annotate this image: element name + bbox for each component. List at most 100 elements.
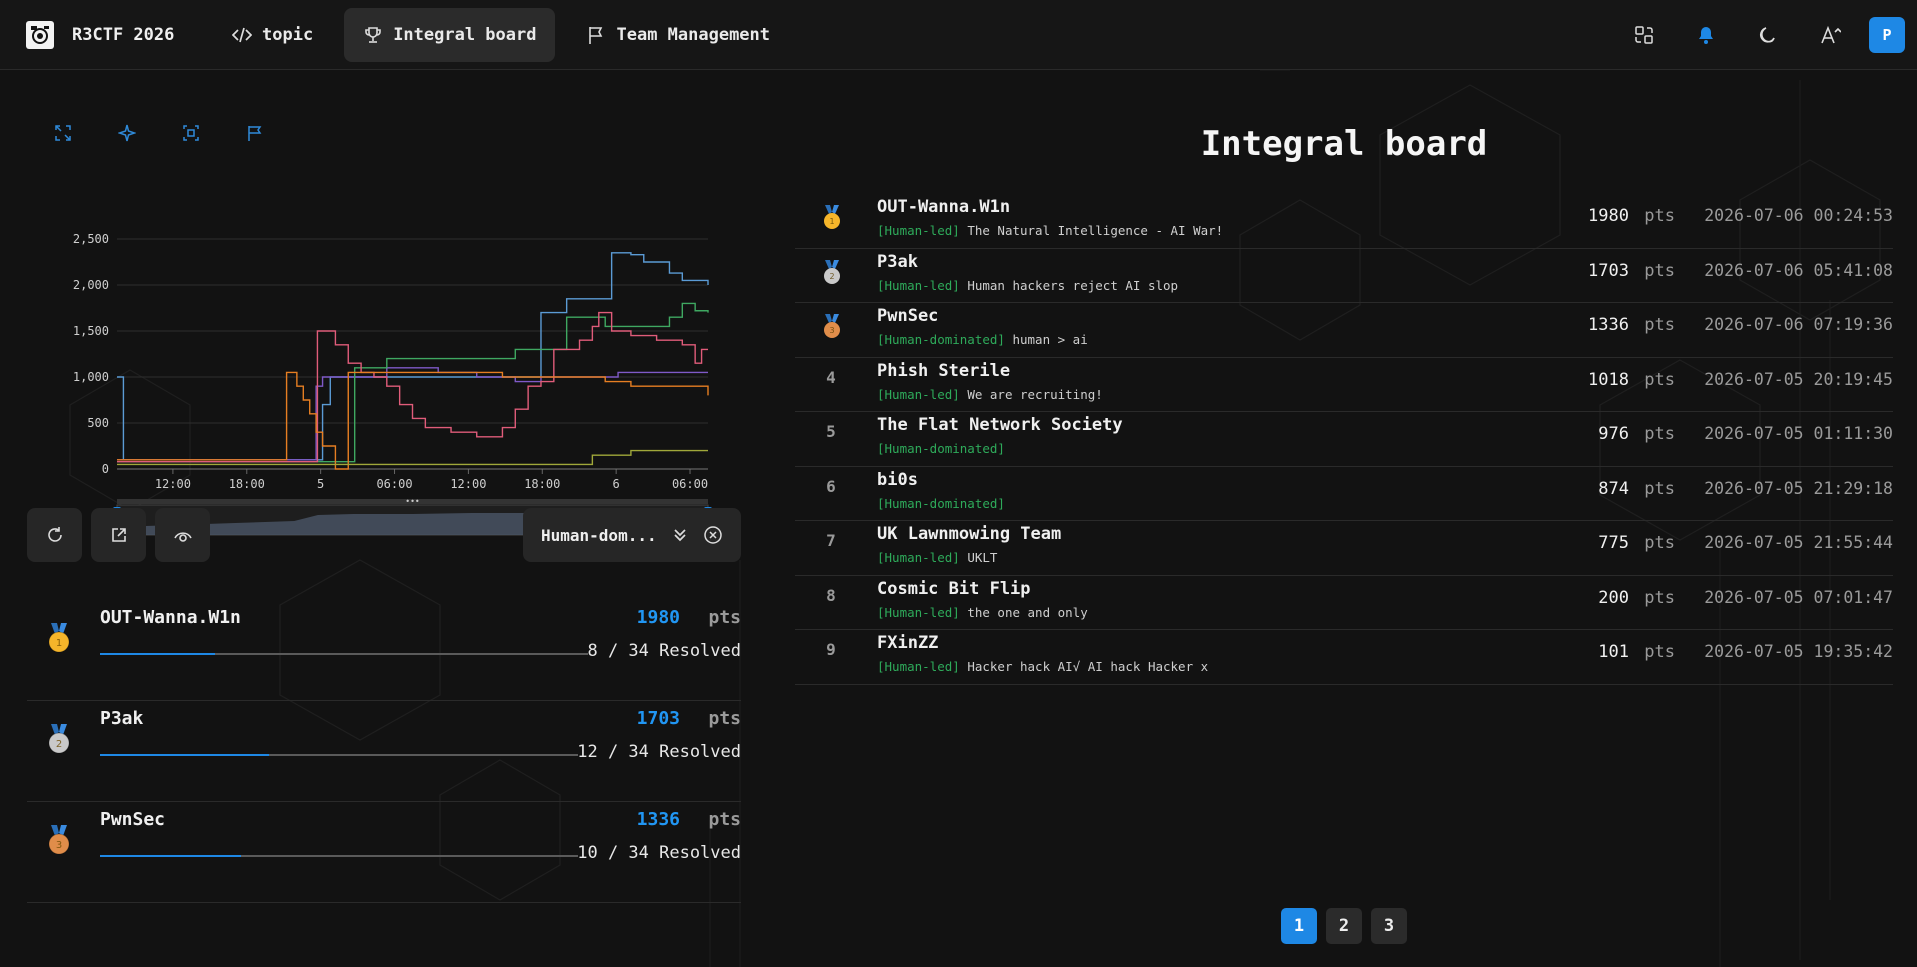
progress-bar: [100, 855, 578, 857]
x-tick-label: 12:00: [155, 477, 191, 491]
zoom-icon[interactable]: [52, 122, 74, 144]
page-3-button[interactable]: 3: [1371, 908, 1407, 944]
table-row[interactable]: 4 Phish Sterile [Human-led] We are recruit…: [795, 358, 1893, 412]
table-row[interactable]: 2 P3ak [Human-led] Human hackers reject AI…: [795, 249, 1893, 303]
team-subtitle: [Human-led] The Natural Intelligence - A…: [877, 223, 1223, 238]
team-name: OUT-Wanna.W1n: [100, 607, 241, 628]
team-name: bi0s: [877, 469, 918, 490]
brand-logo-icon: [26, 20, 54, 49]
silver-medal-icon: 2: [47, 723, 71, 759]
series-line: [117, 252, 709, 461]
select-area-icon[interactable]: [180, 122, 202, 144]
team-tag: [Human-led]: [877, 550, 960, 565]
last-solve-time: 2026-07-05 20:19:45: [1704, 369, 1893, 389]
visibility-button[interactable]: [155, 508, 210, 562]
team-subtitle: [Human-led] We are recruiting!: [877, 387, 1103, 402]
svg-text:1: 1: [829, 217, 834, 226]
pts-label: pts: [1644, 587, 1675, 608]
pts-label: pts: [708, 708, 741, 729]
team-score: 775: [1598, 533, 1629, 553]
last-solve-time: 2026-07-05 01:11:30: [1704, 424, 1893, 443]
gold-medal-icon: 1: [47, 622, 71, 658]
team-score: 1018: [1588, 369, 1629, 390]
team-motto: UKLT: [967, 550, 998, 565]
top-team-card[interactable]: 2 P3ak 1703 pts 12 / 34 Resolved: [27, 701, 741, 802]
table-row[interactable]: 3 PwnSec [Human-dominated] human > ai 1336 p…: [795, 303, 1893, 358]
plane-icon[interactable]: [116, 122, 138, 144]
last-solve-time: 2026-07-05 19:35:42: [1704, 642, 1893, 661]
team-type-filter[interactable]: Human-dom...: [523, 508, 741, 562]
table-row[interactable]: 5 The Flat Network Society [Human-dominate…: [795, 412, 1893, 467]
nav-topic[interactable]: topic: [213, 8, 332, 62]
code-icon: [232, 27, 252, 42]
pts-label: pts: [1644, 533, 1675, 553]
chevron-double-down-icon[interactable]: [671, 526, 689, 544]
pts-label: pts: [1644, 369, 1675, 390]
table-row[interactable]: 6 bi0s [Human-dominated] 874 pts 2026-07-05 …: [795, 467, 1893, 521]
translate-icon[interactable]: [1625, 16, 1663, 54]
team-name: The Flat Network Society: [877, 415, 1123, 435]
top-navbar: R3CTF 2026 topic Integral board Team Man…: [0, 0, 1917, 70]
flag-icon[interactable]: [244, 122, 266, 144]
last-solve-time: 2026-07-06 05:41:08: [1704, 260, 1893, 280]
rank-number: 8: [826, 585, 836, 605]
font-size-icon[interactable]: [1811, 16, 1849, 54]
table-row[interactable]: 8 Cosmic Bit Flip [Human-led] the one and …: [795, 576, 1893, 630]
user-avatar[interactable]: P: [1869, 16, 1905, 53]
series-line: [117, 302, 709, 463]
nav-topic-label: topic: [262, 24, 314, 45]
top-team-card[interactable]: 3 PwnSec 1336 pts 10 / 34 Resolved: [27, 802, 741, 903]
progress-bar-fill: [100, 653, 215, 655]
page-1-button[interactable]: 1: [1281, 908, 1317, 944]
team-motto: Human hackers reject AI slop: [967, 277, 1179, 293]
team-name: PwnSec: [877, 306, 939, 326]
svg-text:3: 3: [56, 840, 62, 851]
team-name: Cosmic Bit Flip: [877, 578, 1031, 599]
page-2-button[interactable]: 2: [1326, 908, 1362, 944]
team-subtitle: [Human-led] Human hackers reject AI slop: [877, 278, 1178, 293]
svg-text:2: 2: [56, 739, 62, 750]
x-tick-label: 5: [317, 477, 324, 491]
export-button[interactable]: [91, 508, 146, 562]
top-team-card[interactable]: 1 OUT-Wanna.W1n 1980 pts 8 / 34 Resolved: [27, 600, 741, 701]
team-tag: [Human-led]: [877, 604, 960, 620]
nav-team-management[interactable]: Team Management: [567, 8, 789, 62]
top-teams-list: 1 OUT-Wanna.W1n 1980 pts 8 / 34 Resolved…: [27, 600, 741, 903]
data-zoom-grip: •••: [405, 497, 419, 506]
clear-icon[interactable]: [703, 525, 723, 545]
brand[interactable]: R3CTF 2026: [26, 20, 196, 49]
team-motto: the one and only: [967, 604, 1088, 620]
moon-icon[interactable]: [1749, 16, 1787, 54]
team-subtitle: [Human-dominated] human > ai: [877, 332, 1088, 347]
svg-text:3: 3: [829, 326, 834, 335]
team-name: PwnSec: [100, 809, 166, 830]
last-solve-time: 2026-07-06 07:19:36: [1704, 315, 1893, 334]
y-tick-label: 2,000: [73, 278, 109, 292]
team-motto: Hacker hack AI√ AI hack Hacker x: [967, 659, 1209, 674]
refresh-button[interactable]: [27, 508, 82, 562]
x-tick-label: 18:00: [229, 477, 265, 491]
team-score: 1703: [1588, 260, 1629, 281]
table-row[interactable]: 1 OUT-Wanna.W1n [Human-led] The Natural In…: [795, 194, 1893, 249]
team-score: 200: [1598, 587, 1629, 608]
team-subtitle: [Human-led] the one and only: [877, 605, 1088, 620]
team-name: Phish Sterile: [877, 360, 1011, 381]
team-score: 101: [1598, 642, 1629, 662]
series-line: [117, 311, 708, 463]
x-tick-label: 6: [613, 477, 620, 491]
brand-title: R3CTF 2026: [72, 24, 175, 45]
y-tick-label: 0: [102, 462, 109, 476]
nav-integral-board[interactable]: Integral board: [344, 7, 556, 62]
team-tag: [Human-led]: [877, 659, 960, 674]
team-name: FXinZZ: [877, 633, 939, 653]
table-row[interactable]: 7 UK Lawnmowing Team [Human-led] UKLT 775 pt…: [795, 521, 1893, 576]
team-motto: The Natural Intelligence - AI War!: [967, 223, 1224, 238]
team-subtitle: [Human-led] UKLT: [877, 550, 997, 565]
score-line-chart[interactable]: 0 500 1,000 1,500 2,000 2,500 12:00 18:00 5 06:00…: [0, 150, 760, 550]
notification-bell-icon[interactable]: [1687, 16, 1725, 54]
page-title: Integral board: [1200, 124, 1488, 164]
nav-team-management-label: Team Management: [616, 24, 771, 45]
table-row[interactable]: 9 FXinZZ [Human-led] Hacker hack AI√ AI ha…: [795, 630, 1893, 685]
export-icon: [111, 528, 126, 542]
team-motto: human > ai: [1012, 332, 1088, 347]
